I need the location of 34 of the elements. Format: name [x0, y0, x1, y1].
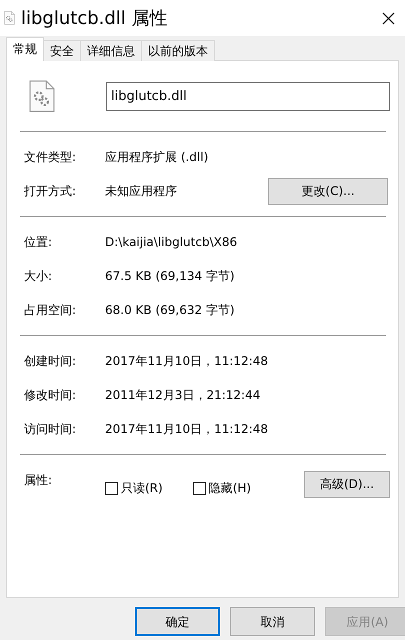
tab[interactable]: 详细信息 — [80, 40, 142, 61]
field-value: 应用程序扩展 (.dll) — [105, 149, 210, 166]
field-value: 2011年12月3日，21:12:44 — [105, 387, 262, 404]
window-title: libglutcb.dll 属性 — [21, 6, 168, 30]
field-label: 修改时间: — [23, 387, 78, 404]
field-label: 占用空间: — [23, 302, 78, 319]
field-label: 位置: — [23, 234, 54, 251]
file-gear-icon — [29, 80, 55, 112]
field-value: 未知应用程序 — [105, 183, 178, 200]
field-label: 属性: — [23, 472, 54, 489]
tab[interactable]: 安全 — [43, 40, 81, 61]
field-label: 访问时间: — [23, 421, 78, 438]
advanced-button[interactable]: 高级(D)... — [304, 470, 390, 498]
checkbox[interactable] — [192, 482, 206, 494]
tab[interactable]: 以前的版本 — [141, 40, 215, 61]
dialog-button[interactable]: 确定 — [135, 607, 220, 636]
change-button[interactable]: 更改(C)... — [268, 178, 388, 204]
field-value: 67.5 KB (69,134 字节) — [105, 268, 236, 285]
field-value: 2017年11月10日，11:12:48 — [105, 353, 269, 370]
file-icon — [4, 11, 15, 25]
checkbox-label: 只读(R) — [121, 480, 163, 497]
field-label: 大小: — [23, 268, 54, 285]
field-label: 文件类型: — [23, 149, 78, 166]
checkbox[interactable] — [105, 482, 118, 494]
checkbox-label: 隐藏(H) — [208, 480, 252, 497]
field-label: 创建时间: — [23, 353, 78, 370]
field-label: 打开方式: — [23, 183, 78, 200]
tab[interactable]: 常规 — [6, 37, 44, 61]
field-value: 68.0 KB (69,632 字节) — [105, 302, 236, 319]
field-value: D:\kaijia\libglutcb\X86 — [105, 234, 238, 251]
field-value: 2017年11月10日，11:12:48 — [105, 421, 269, 438]
dialog-button[interactable]: 取消 — [230, 607, 315, 636]
file-name-field[interactable]: libglutcb.dll — [106, 82, 390, 110]
close-icon[interactable] — [382, 12, 395, 26]
